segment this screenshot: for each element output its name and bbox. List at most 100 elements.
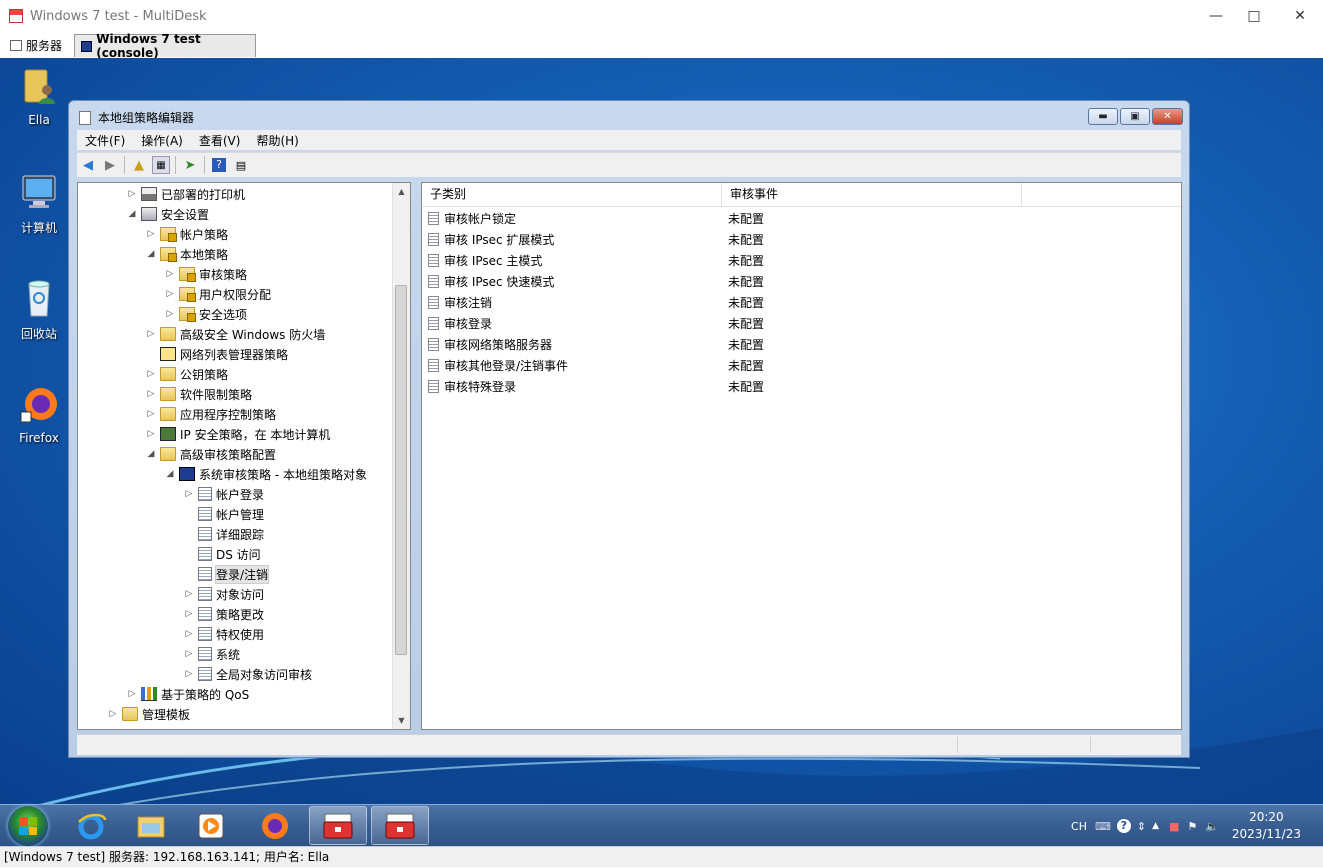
tree-item[interactable]: ◢ 系统审核策略 - 本地组策略对象: [165, 465, 367, 483]
tree-item[interactable]: ▷ 审核策略: [165, 265, 247, 283]
expand-arrow-icon[interactable]: ▷: [165, 289, 175, 299]
list-item[interactable]: 审核 IPsec 主模式 未配置: [422, 250, 1181, 271]
tree-item[interactable]: ▷ 应用程序控制策略: [146, 405, 276, 423]
scroll-down-arrow-icon[interactable]: ▼: [393, 712, 410, 729]
expand-arrow-icon[interactable]: ▷: [127, 689, 137, 699]
tree-item[interactable]: ▷ 帐户登录: [184, 485, 264, 503]
tree-item[interactable]: ▷ 安全选项: [165, 305, 247, 323]
help-circle-icon[interactable]: ?: [1116, 819, 1131, 833]
gpe-close-button[interactable]: ✕: [1152, 108, 1183, 125]
tree-item[interactable]: ▷ 已部署的打印机: [127, 185, 245, 203]
expand-arrow-icon[interactable]: ▷: [184, 589, 194, 599]
expand-arrow-icon[interactable]: ▷: [146, 329, 156, 339]
help-button[interactable]: ?: [210, 156, 228, 174]
collapse-arrow-icon[interactable]: ◢: [146, 249, 156, 259]
up-level-button[interactable]: ▲: [130, 156, 148, 174]
language-indicator[interactable]: CH: [1071, 820, 1087, 833]
list-item[interactable]: 审核特殊登录 未配置: [422, 376, 1181, 397]
gpe-minimize-button[interactable]: ▬: [1088, 108, 1118, 125]
ime-settings-icon[interactable]: ⇕: [1137, 820, 1146, 833]
tree-item[interactable]: ▷ 用户权限分配: [165, 285, 271, 303]
tree-item[interactable]: ▷ 策略更改: [184, 605, 264, 623]
menu-view[interactable]: 查看(V): [191, 132, 249, 149]
menu-action[interactable]: 操作(A): [133, 132, 191, 149]
tree-item[interactable]: 登录/注销: [184, 564, 270, 584]
list-item[interactable]: 审核 IPsec 扩展模式 未配置: [422, 229, 1181, 250]
tree-item[interactable]: ▷ 软件限制策略: [146, 385, 252, 403]
tree-item[interactable]: ▷ 帐户策略: [146, 225, 228, 243]
tab-windows7-console[interactable]: Windows 7 test (console): [74, 32, 256, 60]
tree-item[interactable]: ◢ 本地策略: [146, 245, 228, 263]
show-hide-tree-button[interactable]: ▦: [152, 156, 170, 174]
tree-item[interactable]: ▷ 全局对象访问审核: [184, 665, 312, 683]
taskbar-gpe-1[interactable]: [309, 806, 367, 845]
menu-file[interactable]: 文件(F): [77, 132, 133, 149]
expand-arrow-icon[interactable]: ▷: [146, 429, 156, 439]
gpe-maximize-button[interactable]: ▣: [1120, 108, 1150, 125]
forward-button[interactable]: ▶: [101, 156, 119, 174]
expand-arrow-icon[interactable]: ▷: [184, 669, 194, 679]
taskbar-media-player[interactable]: [182, 806, 240, 845]
scroll-up-arrow-icon[interactable]: ▲: [393, 183, 410, 200]
list-item[interactable]: 审核登录 未配置: [422, 313, 1181, 334]
expand-arrow-icon[interactable]: ▷: [184, 489, 194, 499]
taskbar-gpe-2[interactable]: [371, 806, 429, 845]
expand-arrow-icon[interactable]: ▷: [146, 409, 156, 419]
tab-servers[interactable]: 服务器: [4, 34, 72, 56]
tree-item[interactable]: ▷ 系统: [184, 645, 240, 663]
taskbar-firefox[interactable]: [246, 806, 304, 845]
maximize-button[interactable]: □: [1231, 0, 1277, 32]
expand-arrow-icon[interactable]: ▷: [108, 709, 118, 719]
action-center-icon[interactable]: ⚑: [1187, 820, 1197, 833]
tree-item[interactable]: 网络列表管理器策略: [146, 345, 288, 363]
list-item[interactable]: 审核 IPsec 快速模式 未配置: [422, 271, 1181, 292]
desktop-icon-firefox[interactable]: Firefox: [1, 384, 77, 445]
list-item[interactable]: 审核其他登录/注销事件 未配置: [422, 355, 1181, 376]
properties-button[interactable]: ▤: [232, 156, 250, 174]
taskbar-ie[interactable]: [62, 806, 120, 845]
collapse-arrow-icon[interactable]: ◢: [146, 449, 156, 459]
tree-item[interactable]: ◢ 安全设置: [127, 205, 209, 223]
start-button[interactable]: [8, 806, 48, 846]
close-button[interactable]: ✕: [1277, 0, 1323, 32]
collapse-arrow-icon[interactable]: ◢: [165, 469, 175, 479]
tree-item[interactable]: DS 访问: [184, 545, 261, 563]
collapse-arrow-icon[interactable]: ◢: [127, 209, 137, 219]
expand-arrow-icon[interactable]: ▷: [127, 189, 137, 199]
expand-arrow-icon[interactable]: ▷: [146, 369, 156, 379]
tree-item[interactable]: 详细跟踪: [184, 525, 264, 543]
tree-item[interactable]: ▷ 特权使用: [184, 625, 264, 643]
tree-item[interactable]: ▷ 高级安全 Windows 防火墙: [146, 325, 325, 343]
tree-item[interactable]: 帐户管理: [184, 505, 264, 523]
tree-item[interactable]: ▷ IP 安全策略，在 本地计算机: [146, 425, 330, 443]
tree-item[interactable]: ▷ 对象访问: [184, 585, 264, 603]
expand-arrow-icon[interactable]: ▷: [165, 309, 175, 319]
list-item[interactable]: 审核网络策略服务器 未配置: [422, 334, 1181, 355]
expand-arrow-icon[interactable]: ▷: [184, 629, 194, 639]
taskbar-explorer[interactable]: [122, 806, 180, 845]
column-subcategory[interactable]: 子类别: [422, 183, 722, 206]
show-hidden-icons-arrow-icon[interactable]: ▲: [1152, 821, 1159, 831]
tree-item[interactable]: ◢ 高级审核策略配置: [146, 445, 276, 463]
back-button[interactable]: ◀: [79, 156, 97, 174]
expand-arrow-icon[interactable]: ▷: [165, 269, 175, 279]
list-item[interactable]: 审核帐户锁定 未配置: [422, 208, 1181, 229]
keyboard-icon[interactable]: ⌨: [1095, 820, 1111, 833]
tree-item[interactable]: ▷ 公钥策略: [146, 365, 228, 383]
export-list-button[interactable]: ➤: [181, 156, 199, 174]
menu-help[interactable]: 帮助(H): [248, 132, 306, 149]
list-item[interactable]: 审核注销 未配置: [422, 292, 1181, 313]
desktop-icon-computer[interactable]: 计算机: [1, 172, 77, 236]
network-error-icon[interactable]: ■: [1169, 820, 1179, 833]
tree-item[interactable]: ▷ 基于策略的 QoS: [127, 685, 249, 703]
system-clock[interactable]: 20:20 2023/11/23: [1232, 809, 1301, 843]
expand-arrow-icon[interactable]: ▷: [184, 609, 194, 619]
scroll-thumb[interactable]: [395, 285, 407, 655]
column-audit-events[interactable]: 审核事件: [722, 183, 1022, 206]
expand-arrow-icon[interactable]: ▷: [146, 389, 156, 399]
expand-arrow-icon[interactable]: ▷: [184, 649, 194, 659]
expand-arrow-icon[interactable]: ▷: [146, 229, 156, 239]
volume-icon[interactable]: 🔈: [1205, 820, 1219, 833]
tree-scrollbar[interactable]: ▲ ▼: [392, 183, 410, 729]
desktop-icon-recycle-bin[interactable]: 回收站: [1, 278, 77, 342]
